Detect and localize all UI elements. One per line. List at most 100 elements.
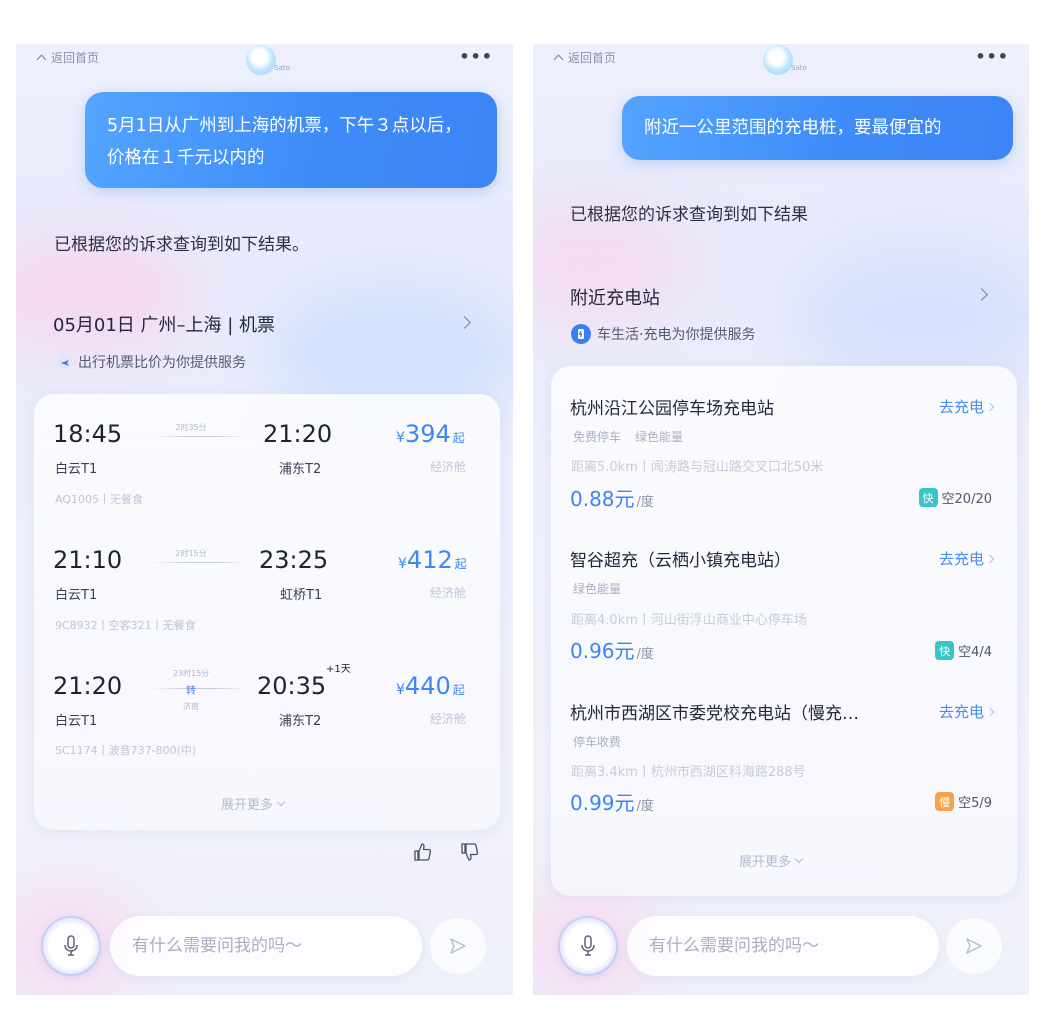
station-distance: 距离3.4km丨杭州市西湖区科海路288号 — [571, 765, 806, 780]
station-tag: 绿色能量 — [573, 582, 622, 596]
next-day-badge: +1天 — [326, 664, 351, 675]
price-value: 412 — [406, 546, 453, 574]
send-button[interactable] — [946, 918, 1002, 974]
logo-icon — [763, 45, 793, 75]
expand-more-label: 展开更多 — [221, 798, 274, 813]
arrival-terminal: 浦东T2 — [279, 714, 322, 729]
station-availability: 快 空4/4 — [935, 641, 992, 660]
more-icon[interactable]: ••• — [459, 47, 493, 66]
availability-count: 空5/9 — [958, 796, 992, 811]
station-tag: 免费停车 — [573, 430, 622, 444]
expand-more-label: 展开更多 — [739, 855, 792, 870]
flight-row[interactable]: 18:45 白云T1 2时35分 21:20 浦东T2 ¥ 394 起 经济舱 … — [34, 420, 500, 540]
charging-chat-screen: 返回首页 Sato ••• 附近一公里范围的充电桩，要最便宜的 已根据您的诉求查… — [533, 44, 1029, 995]
departure-terminal: 白云T1 — [55, 588, 98, 603]
price-currency: ¥ — [396, 682, 405, 698]
flight-price: ¥ 394 起 — [396, 420, 465, 448]
flight-row[interactable]: 21:10 白云T1 2时15分 23:25 虹桥T1 ¥ 412 起 经济舱 … — [34, 546, 500, 666]
cabin-class: 经济舱 — [430, 586, 467, 600]
flight-card-title[interactable]: 05月01日 广州–上海 | 机票 — [53, 311, 275, 337]
cabin-class: 经济舱 — [430, 460, 467, 474]
go-charge-label: 去充电 — [938, 398, 984, 416]
route-line — [151, 436, 246, 437]
voice-input-button[interactable] — [43, 918, 99, 974]
back-home-label: 返回首页 — [568, 51, 617, 65]
station-tag: 停车收费 — [573, 735, 622, 749]
provider-row: 车生活·充电为你提供服务 — [571, 324, 755, 344]
route-line — [151, 562, 246, 563]
chevron-down-icon — [276, 797, 286, 806]
departure-time: 18:45 — [53, 420, 123, 448]
send-icon — [966, 938, 982, 954]
price-value: 0.99元 — [570, 791, 635, 815]
fast-charge-badge: 快 — [935, 641, 955, 660]
flight-price: ¥ 412 起 — [398, 546, 467, 574]
price-unit: /度 — [636, 647, 654, 662]
user-message-bubble: 附近一公里范围的充电桩，要最便宜的 — [622, 96, 1013, 160]
departure-time: 21:20 — [53, 672, 123, 700]
chevron-right-icon — [985, 707, 995, 716]
mic-icon — [581, 935, 595, 956]
flight-price: ¥ 440 起 — [396, 672, 465, 700]
station-tags: 免费停车 绿色能量 — [573, 428, 683, 445]
station-price: 0.88元 /度 — [570, 483, 654, 512]
price-value: 0.88元 — [570, 487, 635, 511]
price-suffix: 起 — [454, 557, 467, 571]
go-charge-link[interactable]: 去充电 — [938, 396, 995, 417]
chevron-right-icon[interactable] — [458, 316, 471, 329]
expand-more-button[interactable]: 展开更多 — [221, 794, 286, 813]
arrival-time: 21:20 — [263, 420, 333, 448]
mic-icon — [64, 935, 78, 956]
logo-text: Sato — [791, 64, 807, 72]
station-card-title[interactable]: 附近充电站 — [570, 284, 660, 310]
chat-input[interactable] — [627, 916, 939, 976]
transfer-label: 转 — [186, 686, 196, 697]
departure-time: 21:10 — [53, 546, 123, 574]
flight-chat-screen: 返回首页 Sato ••• 5月1日从广州到上海的机票，下午３点以后，价格在１千… — [16, 44, 513, 995]
station-price: 0.96元 /度 — [570, 635, 654, 664]
go-charge-link[interactable]: 去充电 — [939, 701, 995, 722]
station-tag: 绿色能量 — [635, 430, 684, 444]
station-name: 杭州沿江公园停车场充电站 — [570, 399, 774, 419]
go-charge-label: 去充电 — [938, 550, 984, 568]
price-currency: ¥ — [396, 430, 405, 446]
fast-charge-badge: 快 — [918, 488, 938, 507]
thumbs-up-icon[interactable] — [413, 842, 433, 862]
provider-label: 出行机票比价为你提供服务 — [78, 355, 246, 371]
back-home-link[interactable]: 返回首页 — [553, 49, 617, 66]
plane-icon — [58, 355, 72, 369]
flight-duration: 2时35分 — [175, 423, 207, 432]
station-price: 0.99元 /度 — [570, 787, 654, 816]
station-tags: 停车收费 — [573, 733, 621, 750]
back-home-link[interactable]: 返回首页 — [36, 49, 100, 66]
chevron-right-icon — [985, 402, 995, 411]
arrival-time: 23:25 — [259, 546, 329, 574]
station-distance: 距离4.0km丨河山街浮山商业中心停车场 — [571, 613, 807, 628]
voice-input-button[interactable] — [560, 918, 616, 974]
chevron-right-icon — [985, 554, 995, 563]
back-home-label: 返回首页 — [51, 51, 100, 65]
flight-info: AQ1005丨无餐食 — [55, 493, 143, 506]
flight-row[interactable]: 21:20 白云T1 23时15分 转 济南 20:35 +1天 浦东T2 ¥ … — [34, 664, 500, 792]
cabin-class: 经济舱 — [430, 712, 467, 726]
arrival-time: 20:35 — [257, 672, 327, 700]
logo-icon — [246, 45, 276, 75]
arrival-terminal: 虹桥T1 — [280, 588, 323, 603]
station-availability: 快 空20/20 — [918, 488, 992, 507]
top-bar: 返回首页 Sato ••• — [16, 44, 513, 78]
go-charge-link[interactable]: 去充电 — [938, 548, 995, 569]
provider-row: 出行机票比价为你提供服务 — [58, 352, 246, 372]
flight-results-card: 18:45 白云T1 2时35分 21:20 浦东T2 ¥ 394 起 经济舱 … — [34, 394, 500, 830]
chevron-right-icon[interactable] — [975, 288, 988, 301]
chevron-up-icon — [553, 54, 564, 65]
charger-icon — [571, 324, 591, 344]
chat-input[interactable] — [110, 916, 422, 976]
send-icon — [450, 938, 466, 954]
more-icon[interactable]: ••• — [975, 47, 1009, 66]
thumbs-down-icon[interactable] — [460, 842, 480, 862]
send-button[interactable] — [430, 918, 486, 974]
assistant-reply: 已根据您的诉求查询到如下结果 — [570, 205, 808, 225]
expand-more-button[interactable]: 展开更多 — [739, 851, 804, 870]
station-tags: 绿色能量 — [573, 580, 621, 597]
station-name: 杭州市西湖区市委党校充电站（慢充… — [570, 704, 859, 724]
